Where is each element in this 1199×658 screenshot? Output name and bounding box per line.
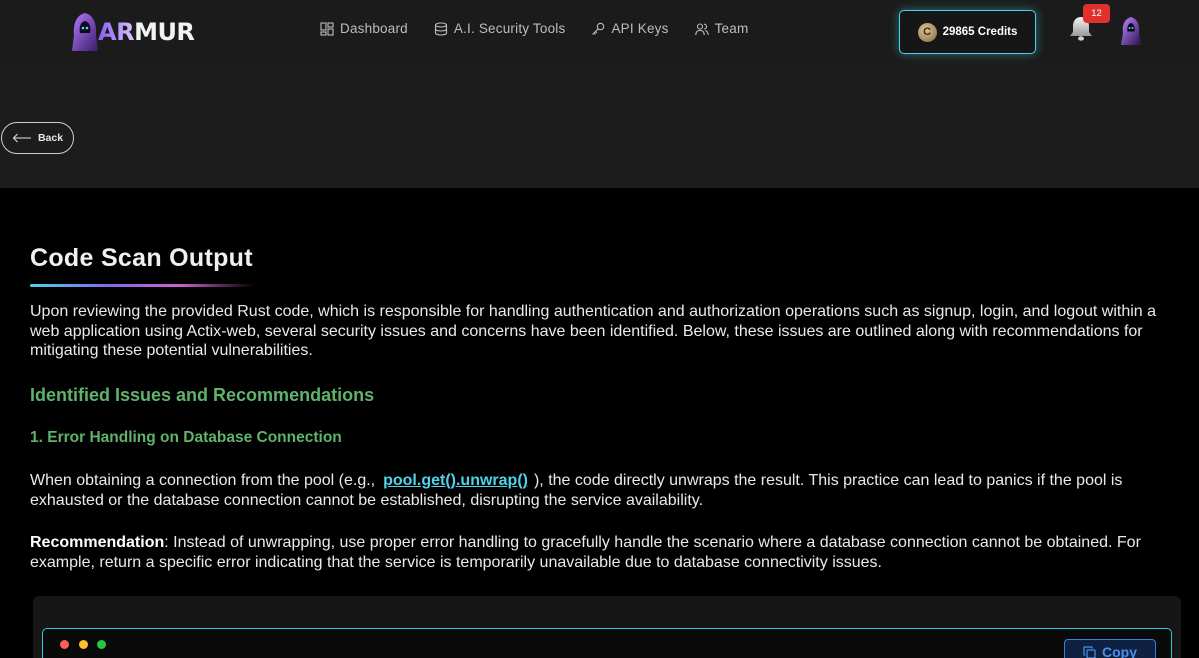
arrow-left-icon [12, 133, 31, 143]
copy-button[interactable]: Copy [1064, 639, 1156, 658]
nav-api-keys-label: API Keys [611, 21, 669, 36]
nav-ai-security-tools[interactable]: A.I. Security Tools [434, 21, 566, 36]
issue-paragraph: When obtaining a connection from the poo… [30, 471, 1170, 510]
recommendation-text: : Instead of unwrapping, use proper erro… [30, 534, 1141, 571]
hooded-figure-logo-icon [72, 13, 98, 51]
database-icon [434, 21, 447, 36]
key-icon [592, 22, 605, 35]
top-navbar: ARMUR Dashboard A.I. Security Tools API … [0, 0, 1199, 62]
window-close-dot [60, 640, 69, 649]
scan-output-panel: Code Scan Output Upon reviewing the prov… [0, 188, 1199, 658]
nav-dashboard[interactable]: Dashboard [320, 21, 408, 36]
dashboard-icon [320, 21, 334, 36]
logo-wordmark: ARMUR [98, 18, 195, 46]
section-heading: Identified Issues and Recommendations [30, 385, 375, 405]
nav-api-keys[interactable]: API Keys [591, 21, 668, 36]
copy-button-label: Copy [1102, 644, 1137, 658]
code-block: Copy [42, 628, 1172, 658]
credits-button[interactable]: C 29865 Credits [899, 10, 1036, 54]
page-title: Code Scan Output [30, 244, 253, 272]
back-button[interactable]: Back [1, 122, 74, 154]
intro-paragraph: Upon reviewing the provided Rust code, w… [30, 303, 1157, 360]
back-bar: Back [0, 62, 1199, 188]
recommendation-label: Recommendation [30, 534, 165, 551]
recommendation-paragraph: Recommendation: Instead of unwrapping, u… [30, 533, 1170, 572]
user-avatar[interactable] [1120, 16, 1142, 46]
window-minimize-dot [79, 640, 88, 649]
notification-count-badge: 12 [1083, 4, 1110, 23]
nav-ai-security-tools-label: A.I. Security Tools [453, 21, 566, 36]
title-gradient-underline [30, 284, 255, 287]
issue-heading: 1. Error Handling on Database Connection [30, 429, 342, 446]
copy-icon [1083, 645, 1096, 658]
main-nav: Dashboard A.I. Security Tools API Keys T… [320, 21, 748, 36]
credits-label: 29865 Credits [942, 26, 1018, 38]
coin-icon: C [917, 22, 937, 42]
nav-dashboard-label: Dashboard [340, 21, 408, 36]
team-icon [694, 22, 709, 35]
nav-team[interactable]: Team [694, 21, 749, 36]
back-button-label: Back [37, 132, 64, 144]
armur-logo[interactable]: ARMUR [70, 10, 195, 54]
nav-team-label: Team [714, 21, 749, 36]
inline-code-link[interactable]: pool.get().unwrap() [383, 472, 528, 489]
issue-text-before: When obtaining a connection from the poo… [30, 472, 376, 489]
window-maximize-dot [97, 640, 106, 649]
